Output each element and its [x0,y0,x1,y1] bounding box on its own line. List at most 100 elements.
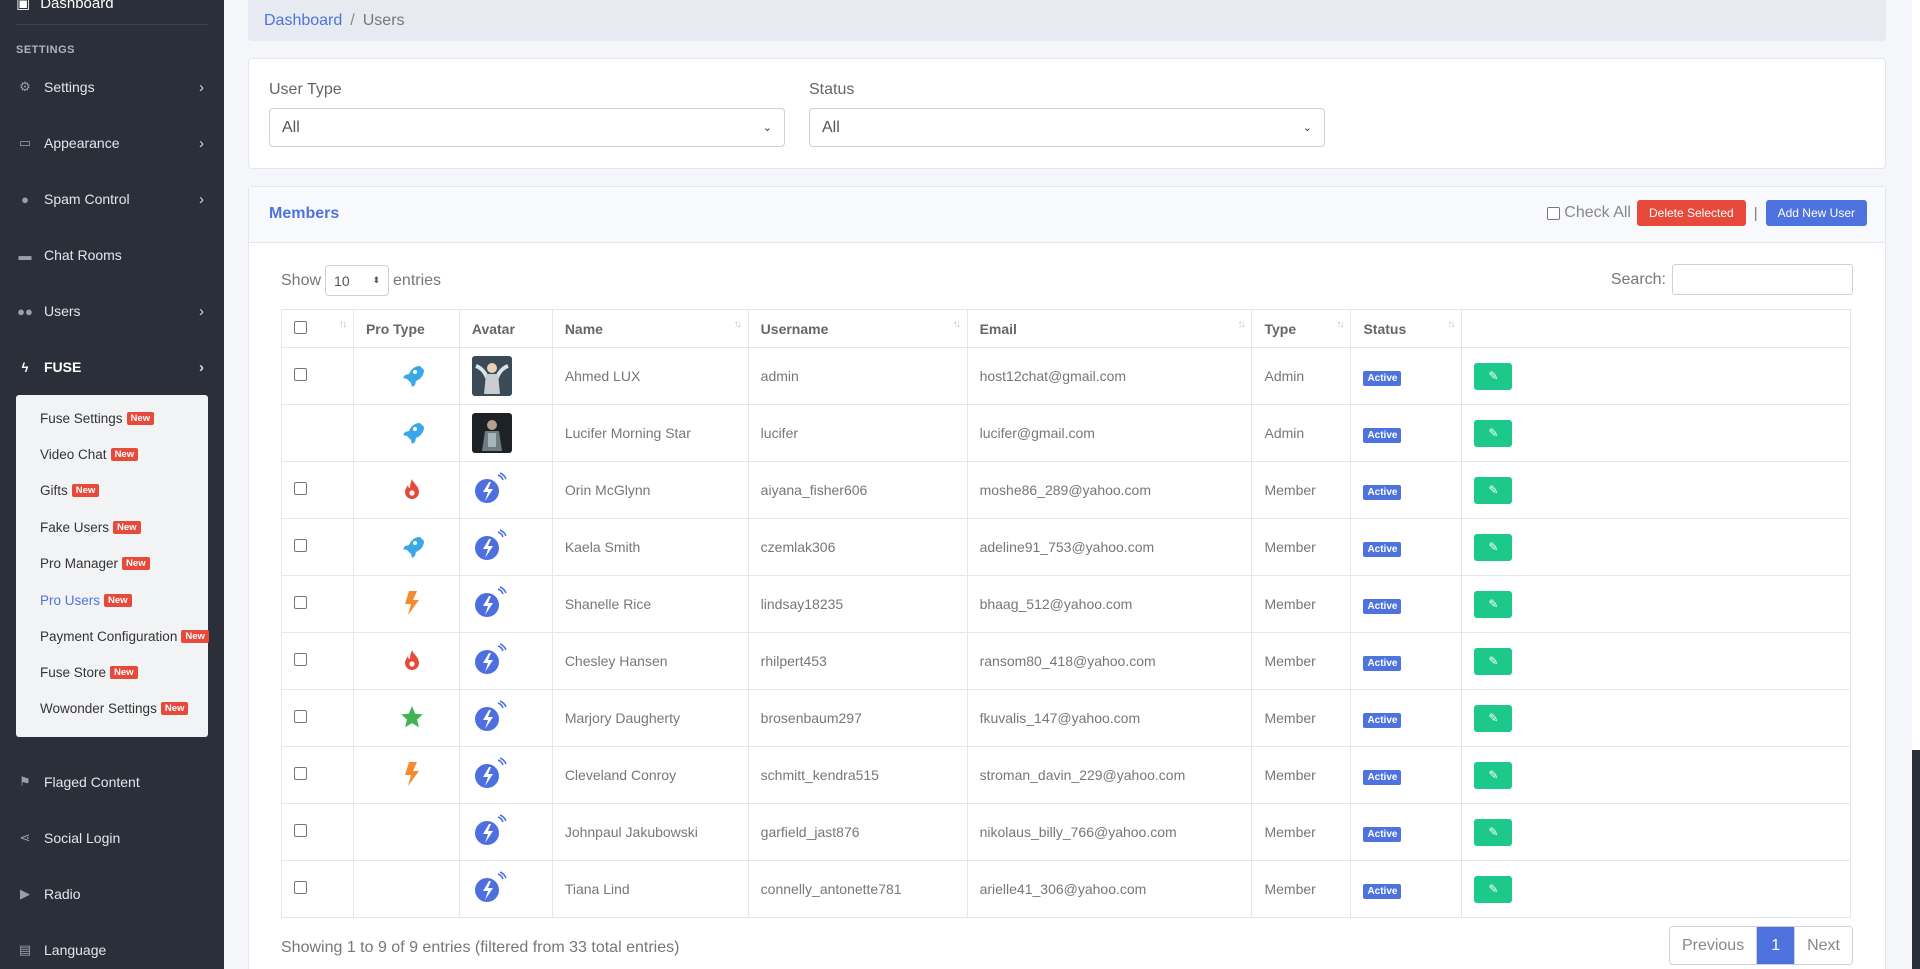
type-cell: Member [1251,689,1352,747]
entries-length-select[interactable]: 10 ⬍ [325,265,390,296]
breadcrumb-link-dashboard[interactable]: Dashboard [264,12,342,30]
submenu-item-label: Fuse Settings [40,411,123,426]
avatar [472,699,508,738]
edit-button[interactable]: ✎ [1474,647,1513,675]
sidebar-item-settings[interactable]: ⚙ Settings › [16,67,208,107]
edit-button[interactable]: ✎ [1474,590,1513,618]
status-filter: Status All ⌄ [809,81,1325,147]
pro-type-cell [352,803,460,861]
submenu-item-payment-configuration[interactable]: Payment Configuration New [40,629,209,644]
pro-type-cell [352,347,460,405]
avatar [472,756,508,795]
pagination-page-1[interactable]: 1 [1756,927,1795,964]
row-checkbox[interactable] [294,596,307,609]
submenu-item-fuse-store[interactable]: Fuse Store New [40,665,138,680]
column-email[interactable]: Email ↑↓ [966,309,1253,348]
row-select-cell [281,575,354,633]
pagination-previous[interactable]: Previous [1669,927,1757,964]
email-cell: bhaag_512@yahoo.com [966,575,1253,633]
sidebar-item-label: Appearance [44,135,120,151]
check-all-checkbox[interactable] [1547,206,1561,220]
row-checkbox[interactable] [294,482,307,495]
column-name[interactable]: Name ↑↓ [551,309,749,348]
submenu-item-label: Video Chat [40,447,107,462]
username-cell: schmitt_kendra515 [747,746,968,804]
members-title: Members [269,205,340,222]
submenu-item-pro-manager[interactable]: Pro Manager New [40,556,150,571]
actions-cell: ✎ [1461,518,1851,576]
new-badge: New [181,630,209,643]
edit-button[interactable]: ✎ [1474,761,1513,789]
column-type[interactable]: Type ↑↓ [1251,309,1352,348]
fire-icon [401,649,423,675]
status-select[interactable]: All ⌄ [809,108,1325,147]
user-type-select[interactable]: All ⌄ [269,108,785,147]
column-username[interactable]: Username ↑↓ [747,309,968,348]
pencil-icon: ✎ [1488,369,1499,383]
edit-button[interactable]: ✎ [1474,362,1513,390]
sidebar-item-spam-control[interactable]: ● Spam Control › [16,179,208,219]
row-checkbox[interactable] [294,767,307,780]
name-cell: Shanelle Rice [551,575,749,633]
pagination-next[interactable]: Next [1794,927,1852,964]
new-badge: New [110,666,138,679]
column-avatar[interactable]: Avatar [458,309,553,348]
status-cell: Active [1350,404,1463,462]
rocket-icon [400,365,425,390]
sidebar-item-social-login[interactable]: ⋖ Social Login [16,818,208,858]
select-all-checkbox[interactable] [294,320,307,334]
search-input[interactable] [1672,264,1853,295]
row-checkbox[interactable] [294,653,307,666]
row-select-cell [281,404,354,462]
status-cell: Active [1350,518,1463,576]
sidebar-item-radio[interactable]: ▶ Radio [16,874,208,914]
scrollbar-track [1912,0,1920,750]
actions-cell: ✎ [1461,347,1851,405]
status-cell: Active [1350,632,1463,690]
avatar-cell [458,404,553,462]
edit-button[interactable]: ✎ [1474,533,1513,561]
members-table: ↑↓ Pro Type Avatar Name ↑↓ Username ↑↓ Ema… [281,309,1851,918]
row-select-cell [281,803,354,861]
submenu-item-pro-users[interactable]: Pro Users New [40,593,132,608]
edit-button[interactable]: ✎ [1474,419,1513,447]
edit-button[interactable]: ✎ [1474,818,1513,846]
submenu-item-fake-users[interactable]: Fake Users New [40,520,141,535]
column-status[interactable]: Status ↑↓ [1350,309,1463,348]
sidebar-item-fuse[interactable]: ϟ FUSE › [16,347,208,387]
sidebar-item-appearance[interactable]: ▭ Appearance › [16,123,208,163]
add-new-user-button[interactable]: Add New User [1765,200,1867,226]
sidebar-item-chat-rooms[interactable]: ▬ Chat Rooms [16,235,208,275]
edit-button[interactable]: ✎ [1474,476,1513,504]
submenu-item-video-chat[interactable]: Video Chat New [40,447,139,462]
actions-cell: ✎ [1461,689,1851,747]
email-cell: arielle41_306@yahoo.com [966,860,1253,918]
submenu-item-gifts[interactable]: Gifts New [40,483,100,498]
row-checkbox[interactable] [294,881,307,894]
column-label: Username [760,320,829,337]
actions-cell: ✎ [1461,575,1851,633]
pencil-icon: ✎ [1488,882,1499,896]
submenu-item-fuse-settings[interactable]: Fuse Settings New [40,411,155,426]
delete-selected-button[interactable]: Delete Selected [1636,200,1746,226]
sidebar-item-label: Radio [44,886,81,902]
sidebar-item-flaged-content[interactable]: ⚑ Flaged Content [16,762,208,802]
sidebar-item-dashboard[interactable]: ▣ Dashboard [16,0,114,12]
row-checkbox[interactable] [294,710,307,723]
row-select-cell [281,347,354,405]
submenu-item-wowonder-settings[interactable]: Wowonder Settings New [40,701,189,716]
column-select[interactable]: ↑↓ [281,309,354,348]
table-row: Tiana Lind connelly_antonette781 arielle41… [281,860,1851,918]
breadcrumb: Dashboard / Users [248,0,1886,41]
edit-button[interactable]: ✎ [1474,875,1513,903]
row-checkbox[interactable] [294,824,307,837]
sidebar-item-users[interactable]: ●● Users › [16,291,208,331]
column-pro-type[interactable]: Pro Type [352,309,460,348]
chevron-down-icon: ⌄ [762,122,772,134]
edit-button[interactable]: ✎ [1474,704,1513,732]
sidebar-item-language[interactable]: ▤ Language [16,930,208,969]
row-checkbox[interactable] [294,539,307,552]
row-checkbox[interactable] [294,368,307,381]
star-icon [399,705,425,733]
fuse-submenu: Fuse Settings New Video Chat New Gifts New … [16,395,209,737]
